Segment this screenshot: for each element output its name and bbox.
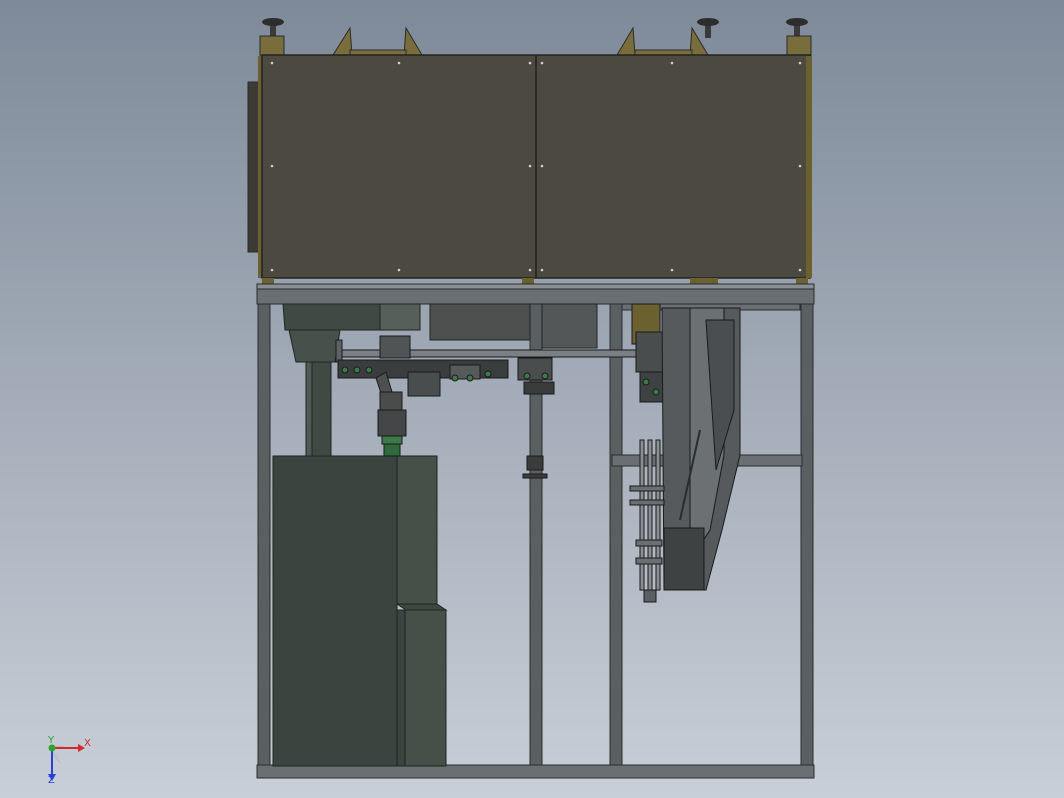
frame-post-inner-right	[609, 303, 623, 766]
frame-post-left	[257, 303, 271, 766]
axis-z-label: Z	[48, 775, 55, 786]
cad-viewport[interactable]: X Y Z	[0, 0, 1064, 798]
frame-post-right	[800, 303, 814, 766]
corner-block-left	[259, 35, 285, 57]
support-column	[305, 359, 332, 457]
axis-x-label: X	[84, 738, 91, 749]
axis-y-label: Y	[47, 735, 55, 746]
top-enclosure[interactable]	[247, 18, 812, 284]
corner-block-right	[786, 35, 812, 57]
lower-cabinet[interactable]	[272, 455, 448, 767]
